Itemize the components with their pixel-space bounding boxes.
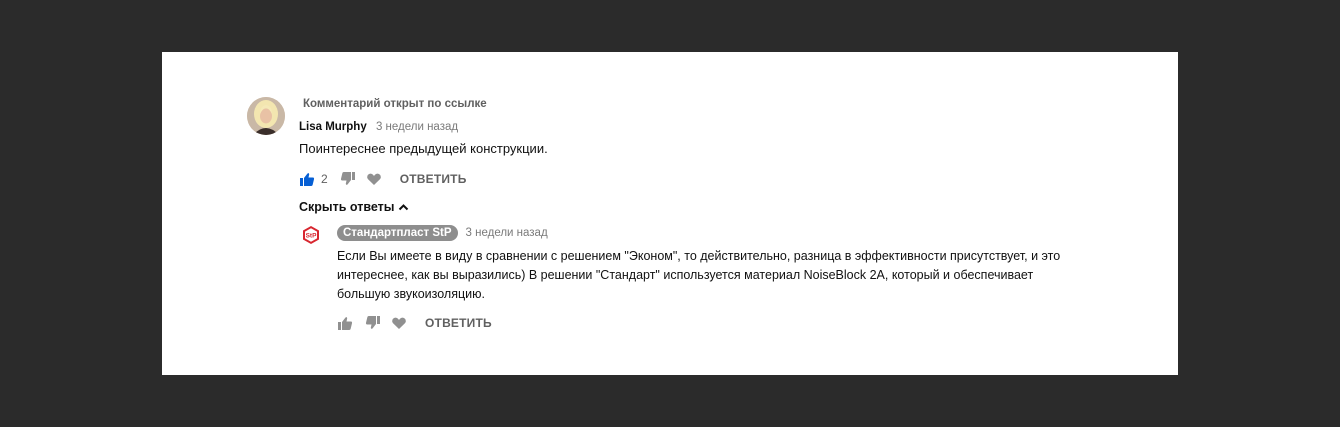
reply-button[interactable]: ОТВЕТИТЬ [400,172,467,186]
heart-icon[interactable] [366,171,382,187]
reply-text-line: интереснее, как вы выразились) В решении… [337,268,1034,282]
comment-author[interactable]: Lisa Murphy [299,121,367,133]
reply-header: Стандартпласт StP 3 недели назад [337,225,548,241]
comment-time[interactable]: 3 недели назад [376,121,458,133]
hide-replies-label: Скрыть ответы [299,200,395,214]
reply-actions: ОТВЕТИТЬ [337,315,492,331]
reply-author-badge[interactable]: Стандартпласт StP [337,225,458,241]
reply-button[interactable]: ОТВЕТИТЬ [425,316,492,330]
like-icon[interactable] [299,171,315,187]
linked-comment-label: Комментарий открыт по ссылке [303,98,487,110]
heart-icon[interactable] [391,315,407,331]
like-count: 2 [321,172,328,186]
channel-logo-text: StP [306,233,318,240]
dislike-icon[interactable] [340,171,356,187]
reply-text-line: большую звукоизоляцию. [337,287,485,301]
comment-actions: 2 ОТВЕТИТЬ [299,171,467,187]
comment-text: Поинтереснее предыдущей конструкции. [299,141,548,156]
hide-replies-button[interactable]: Скрыть ответы [299,200,409,214]
channel-logo[interactable]: StP [301,225,321,245]
reply-text-line: Если Вы имеете в виду в сравнении с реше… [337,249,1061,263]
comment-header: Lisa Murphy 3 недели назад [299,121,458,133]
reply-time[interactable]: 3 недели назад [466,227,548,239]
chevron-up-icon [398,202,409,213]
comments-card: Комментарий открыт по ссылке Lisa Murphy… [162,52,1178,375]
dislike-icon[interactable] [365,315,381,331]
like-icon[interactable] [337,315,353,331]
user-avatar[interactable] [247,97,285,135]
reply-text: Если Вы имеете в виду в сравнении с реше… [337,247,1107,304]
